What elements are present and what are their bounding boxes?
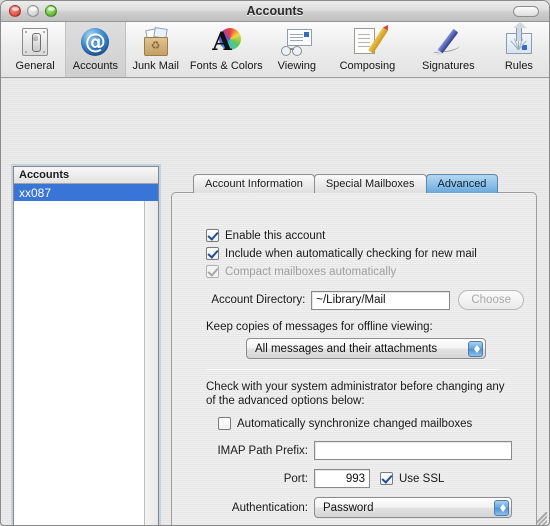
authentication-value: Password xyxy=(323,501,374,514)
junk-mail-icon: ♻ xyxy=(140,26,172,58)
offline-viewing-label: Keep copies of messages for offline view… xyxy=(206,321,433,333)
account-directory-label: Account Directory: xyxy=(211,294,306,306)
viewing-icon xyxy=(280,26,313,58)
toolbar-label-signatures: Signatures xyxy=(422,60,475,72)
toolbar-item-fonts-colors[interactable]: A Fonts & Colors xyxy=(186,22,267,77)
toolbar-label-fonts-colors: Fonts & Colors xyxy=(189,60,263,72)
compact-mailboxes-label: Compact mailboxes automatically xyxy=(225,265,397,278)
imap-prefix-field[interactable] xyxy=(314,441,512,460)
enable-account-label: Enable this account xyxy=(225,229,326,242)
auto-sync-label: Automatically synchronize changed mailbo… xyxy=(237,417,473,430)
chevron-updown-icon xyxy=(468,341,483,357)
compact-mailboxes-checkbox xyxy=(206,265,219,278)
use-ssl-label: Use SSL xyxy=(399,472,445,485)
rules-icon xyxy=(503,22,535,58)
account-directory-field[interactable]: ~/Library/Mail xyxy=(311,290,451,310)
imap-prefix-row: IMAP Path Prefix: xyxy=(184,441,524,460)
toolbar-label-composing: Composing xyxy=(339,60,396,72)
offline-viewing-popup[interactable]: All messages and their attachments xyxy=(246,338,486,359)
preferences-toolbar: General @ Accounts ♻ Junk Mail A Fonts &… xyxy=(1,22,549,78)
port-row: Port: 993 Use SSL xyxy=(184,469,524,488)
at-sign-icon: @ xyxy=(79,26,111,58)
toolbar-item-junk-mail[interactable]: ♻ Junk Mail xyxy=(126,22,186,77)
list-item[interactable]: xx087 xyxy=(14,184,158,201)
toolbar-label-viewing: Viewing xyxy=(277,60,316,72)
tab-strip: Account Information Special Mailboxes Ad… xyxy=(171,174,499,193)
toolbar-label-rules: Rules xyxy=(504,60,533,72)
use-ssl-checkbox[interactable] xyxy=(380,472,393,485)
include-checking-label: Include when automatically checking for … xyxy=(225,247,477,260)
tab-view: Account Information Special Mailboxes Ad… xyxy=(171,174,537,525)
authentication-popup[interactable]: Password xyxy=(314,497,512,518)
tab-account-information[interactable]: Account Information xyxy=(193,174,315,193)
port-label: Port: xyxy=(283,472,308,485)
toolbar-item-general[interactable]: General xyxy=(5,22,65,77)
accounts-list-scrollbar[interactable] xyxy=(144,201,158,525)
toolbar-item-viewing[interactable]: Viewing xyxy=(267,22,327,77)
imap-prefix-label: IMAP Path Prefix: xyxy=(217,444,308,457)
toolbar-item-rules[interactable]: Rules xyxy=(489,22,549,77)
auto-sync-checkbox[interactable] xyxy=(218,417,231,430)
accounts-preferences-window: Accounts General @ Accounts ♻ Junk Mail … xyxy=(0,0,550,526)
fonts-colors-icon: A xyxy=(210,26,242,58)
signatures-icon xyxy=(432,26,464,58)
compact-mailboxes-row: Compact mailboxes automatically xyxy=(206,265,524,278)
window-titlebar: Accounts xyxy=(1,1,549,22)
authentication-label: Authentication: xyxy=(231,501,308,514)
tab-panel-advanced: Enable this account Include when automat… xyxy=(171,192,537,525)
accounts-list-body: xx087 xyxy=(14,184,158,525)
toolbar-toggle-button[interactable] xyxy=(513,6,539,17)
toolbar-item-signatures[interactable]: Signatures xyxy=(408,22,489,77)
choose-button[interactable]: Choose xyxy=(458,290,524,310)
toolbar-label-general: General xyxy=(15,60,55,72)
admin-note: Check with your system administrator bef… xyxy=(206,381,505,407)
enable-account-checkbox[interactable] xyxy=(206,229,219,242)
tab-advanced[interactable]: Advanced xyxy=(425,174,499,193)
chevron-updown-icon xyxy=(494,500,509,516)
section-divider xyxy=(206,369,500,370)
composing-icon xyxy=(351,26,389,58)
account-name: xx087 xyxy=(19,185,52,200)
account-directory-row: Account Directory: ~/Library/Mail Choose xyxy=(184,290,524,310)
include-checking-checkbox[interactable] xyxy=(206,247,219,260)
enable-account-row[interactable]: Enable this account xyxy=(206,229,524,242)
preferences-content: Accounts xx087 + − ? Account Information… xyxy=(1,78,549,525)
toolbar-label-accounts: Accounts xyxy=(72,60,119,72)
toolbar-item-composing[interactable]: Composing xyxy=(327,22,408,77)
tab-special-mailboxes[interactable]: Special Mailboxes xyxy=(313,174,427,193)
toolbar-label-junk-mail: Junk Mail xyxy=(132,60,179,72)
offline-viewing-value: All messages and their attachments xyxy=(255,342,438,355)
toolbar-item-accounts[interactable]: @ Accounts xyxy=(65,22,126,77)
window-title: Accounts xyxy=(246,3,304,18)
accounts-list: Accounts xx087 xyxy=(13,166,159,525)
include-checking-row[interactable]: Include when automatically checking for … xyxy=(206,247,524,260)
general-icon xyxy=(19,26,51,58)
auto-sync-row[interactable]: Automatically synchronize changed mailbo… xyxy=(218,417,524,430)
port-field[interactable]: 993 xyxy=(314,469,370,488)
authentication-row: Authentication: Password xyxy=(184,497,524,518)
accounts-list-header: Accounts xyxy=(14,167,158,184)
